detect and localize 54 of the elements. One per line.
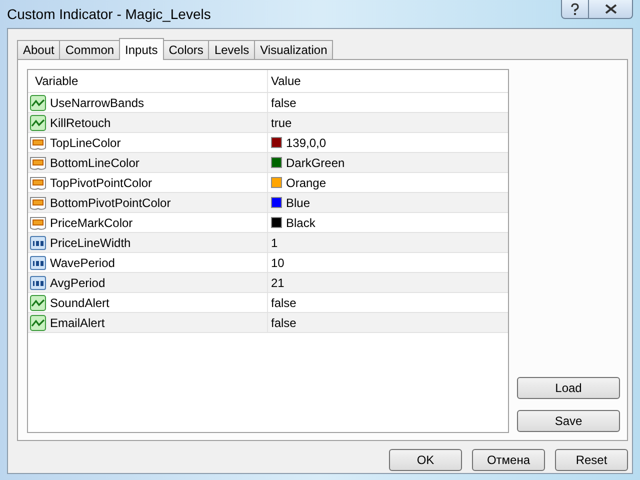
variable-value[interactable]: 1 — [271, 236, 278, 250]
variable-value[interactable]: false — [271, 316, 296, 330]
chart-icon — [30, 114, 46, 130]
help-button[interactable] — [561, 0, 589, 19]
chart-icon — [30, 94, 46, 110]
palette-icon — [30, 174, 46, 190]
variable-value[interactable]: Orange — [286, 176, 326, 190]
variable-name: SoundAlert — [50, 296, 110, 310]
ok-button[interactable]: OK — [389, 449, 462, 471]
palette-icon — [30, 194, 46, 210]
variable-name: PriceLineWidth — [50, 236, 131, 250]
variable-name: EmailAlert — [50, 316, 105, 330]
column-header[interactable]: Variable — [28, 70, 268, 92]
palette-icon — [30, 154, 46, 170]
tab[interactable]: About — [17, 40, 60, 59]
close-icon — [604, 4, 616, 14]
variable-value[interactable]: Black — [286, 216, 316, 230]
cancel-button[interactable]: Отмена — [472, 449, 545, 471]
tab[interactable]: Colors — [162, 40, 210, 59]
variable-name: AvgPeriod — [50, 276, 106, 290]
variable-name: KillRetouch — [50, 116, 111, 130]
save-button[interactable]: Save — [517, 410, 620, 432]
variable-name: PriceMarkColor — [50, 216, 133, 230]
variable-value[interactable]: Blue — [286, 196, 310, 210]
variable-name: WavePeriod — [50, 256, 115, 270]
tab[interactable]: Inputs — [119, 38, 164, 60]
column-header[interactable]: Value — [268, 70, 508, 92]
close-button[interactable] — [589, 0, 633, 19]
chart-icon — [30, 314, 46, 330]
variable-name: BottomPivotPointColor — [50, 196, 171, 210]
variable-value[interactable]: false — [271, 96, 296, 110]
palette-icon — [30, 214, 46, 230]
variable-name: TopLineColor — [50, 136, 121, 150]
number-icon — [30, 234, 46, 250]
variable-name: BottomLineColor — [50, 156, 140, 170]
chart-icon — [30, 294, 46, 310]
tab[interactable]: Levels — [208, 40, 256, 59]
tab[interactable]: Common — [59, 40, 120, 59]
variable-value[interactable]: false — [271, 296, 296, 310]
tab[interactable]: Visualization — [254, 40, 334, 59]
variable-value[interactable]: 21 — [271, 276, 284, 290]
variable-name: TopPivotPointColor — [50, 176, 152, 190]
variable-value[interactable]: 10 — [271, 256, 284, 270]
window-title: Custom Indicator - Magic_Levels — [7, 6, 211, 22]
number-icon — [30, 274, 46, 290]
palette-icon — [30, 134, 46, 150]
number-icon — [30, 254, 46, 270]
help-icon — [570, 3, 580, 15]
load-button[interactable]: Load — [517, 377, 620, 399]
variable-value[interactable]: true — [271, 116, 292, 130]
variable-value[interactable]: DarkGreen — [286, 156, 345, 170]
variable-name: UseNarrowBands — [50, 96, 144, 110]
reset-button[interactable]: Reset — [555, 449, 628, 471]
variable-value[interactable]: 139,0,0 — [286, 136, 326, 150]
